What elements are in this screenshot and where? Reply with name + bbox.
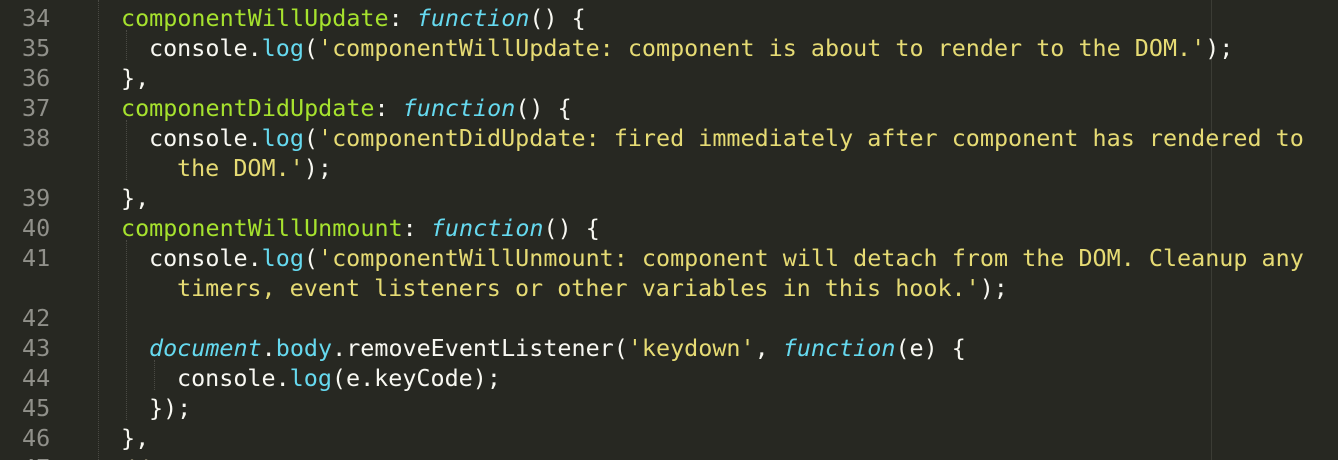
code-token: the DOM.' [177, 154, 304, 182]
code-token: : [402, 214, 431, 242]
line-number: 46 [22, 424, 51, 452]
code-token: 'keydown' [627, 334, 755, 362]
line-number: 36 [22, 64, 51, 92]
code-token: componentWillUnmount [121, 214, 403, 242]
code-token: (e.keyCode); [331, 364, 501, 392]
code-token: document [149, 334, 262, 362]
code-token: body [275, 334, 333, 362]
code-token: .removeEventListener( [332, 334, 628, 362]
code-token: timers, event listeners or other variabl… [177, 274, 980, 302]
code-token: ); [979, 274, 1008, 302]
code-token: ); [1205, 34, 1234, 62]
line-number: 34 [22, 4, 51, 32]
line-number: 39 [22, 184, 51, 212]
code-line[interactable]: 38 console.log('componentDidUpdate: fired… [0, 123, 1338, 153]
code-token: : [388, 4, 417, 32]
code-line[interactable]: 34 componentWillUpdate: function() { [0, 3, 1338, 33]
code-line[interactable]: 39}, [0, 183, 1338, 213]
code-text: console.log('componentDidUpdate: fired i… [149, 123, 1304, 153]
code-token: componentDidUpdate [121, 94, 375, 122]
code-line[interactable]: 43 document.body.removeEventListener('key… [0, 333, 1338, 363]
code-text: }, [121, 63, 149, 93]
code-token: () { [529, 4, 586, 32]
code-text: }, [121, 183, 149, 213]
code-text: // ... [121, 453, 206, 460]
code-line[interactable]: the DOM.'); [0, 153, 1338, 183]
code-token: componentWillUpdate [121, 4, 389, 32]
code-line[interactable]: 41 console.log('componentWillUnmount: com… [0, 243, 1338, 273]
line-number: 35 [22, 34, 51, 62]
code-token: () { [543, 214, 600, 242]
code-line[interactable]: 45}); [0, 393, 1338, 423]
code-token: () { [515, 94, 572, 122]
code-token: ( [303, 244, 319, 272]
code-token: log [261, 34, 304, 62]
line-number: 37 [22, 94, 51, 122]
code-token: 'componentDidUpdate: fired immediately a… [318, 124, 1304, 152]
code-text: componentWillUpdate: function() { [121, 3, 586, 33]
line-number: 40 [22, 214, 51, 242]
line-number: 42 [22, 304, 51, 332]
code-text: console.log(e.keyCode); [177, 363, 501, 393]
code-token: }, [121, 424, 150, 452]
code-line[interactable]: 42 [0, 303, 1338, 333]
code-token: log [261, 244, 304, 272]
code-token: (e) { [895, 334, 966, 362]
code-line[interactable]: 40 componentWillUnmount: function() { [0, 213, 1338, 243]
line-number: 47 [22, 453, 62, 460]
code-line[interactable]: 37 componentDidUpdate: function() { [0, 93, 1338, 123]
line-number: 43 [22, 334, 51, 362]
code-text: componentDidUpdate: function() { [121, 93, 572, 123]
code-token: ( [303, 34, 319, 62]
code-token: console. [149, 124, 262, 152]
code-text: document.body.removeEventListener('keydo… [149, 333, 966, 363]
line-number: 41 [22, 244, 51, 272]
code-line[interactable]: 46}, [0, 423, 1338, 453]
code-token: function [402, 94, 516, 122]
code-token: , [754, 334, 783, 362]
code-token: log [289, 364, 332, 392]
code-text: timers, event listeners or other variabl… [177, 273, 1008, 303]
code-token: // ... [121, 454, 206, 460]
code-token: ); [303, 154, 332, 182]
code-token: : [374, 94, 403, 122]
code-text: console.log('componentWillUpdate: compon… [149, 33, 1233, 63]
code-line[interactable]: 44 console.log(e.keyCode); [0, 363, 1338, 393]
line-number: 44 [22, 364, 51, 392]
code-token: }); [149, 394, 192, 422]
code-line[interactable]: 47 // ... [0, 453, 1338, 460]
code-token: log [261, 124, 304, 152]
code-token: }, [121, 184, 150, 212]
code-token: console. [149, 244, 262, 272]
code-text: componentWillUnmount: function() { [121, 213, 600, 243]
code-token: 'componentWillUpdate: component is about… [318, 34, 1206, 62]
line-number: 38 [22, 124, 51, 152]
code-text: }, [121, 423, 149, 453]
code-editor[interactable]: 34 componentWillUpdate: function() {35 con… [0, 0, 1338, 460]
code-text: console.log('componentWillUnmount: compo… [149, 243, 1304, 273]
code-token: function [430, 214, 544, 242]
code-token: . [261, 334, 276, 362]
code-line[interactable]: 35 console.log('componentWillUpdate: comp… [0, 33, 1338, 63]
code-text: }); [149, 393, 191, 423]
code-text: the DOM.'); [177, 153, 332, 183]
code-token: console. [149, 34, 262, 62]
code-token: ( [303, 124, 319, 152]
code-line[interactable]: timers, event listeners or other variabl… [0, 273, 1338, 303]
code-token: function [782, 334, 896, 362]
code-token: }, [121, 64, 150, 92]
code-token: function [416, 4, 530, 32]
line-number: 45 [22, 394, 51, 422]
code-token: console. [177, 364, 290, 392]
code-line[interactable]: 36}, [0, 63, 1338, 93]
code-token: 'componentWillUnmount: component will de… [318, 244, 1304, 272]
